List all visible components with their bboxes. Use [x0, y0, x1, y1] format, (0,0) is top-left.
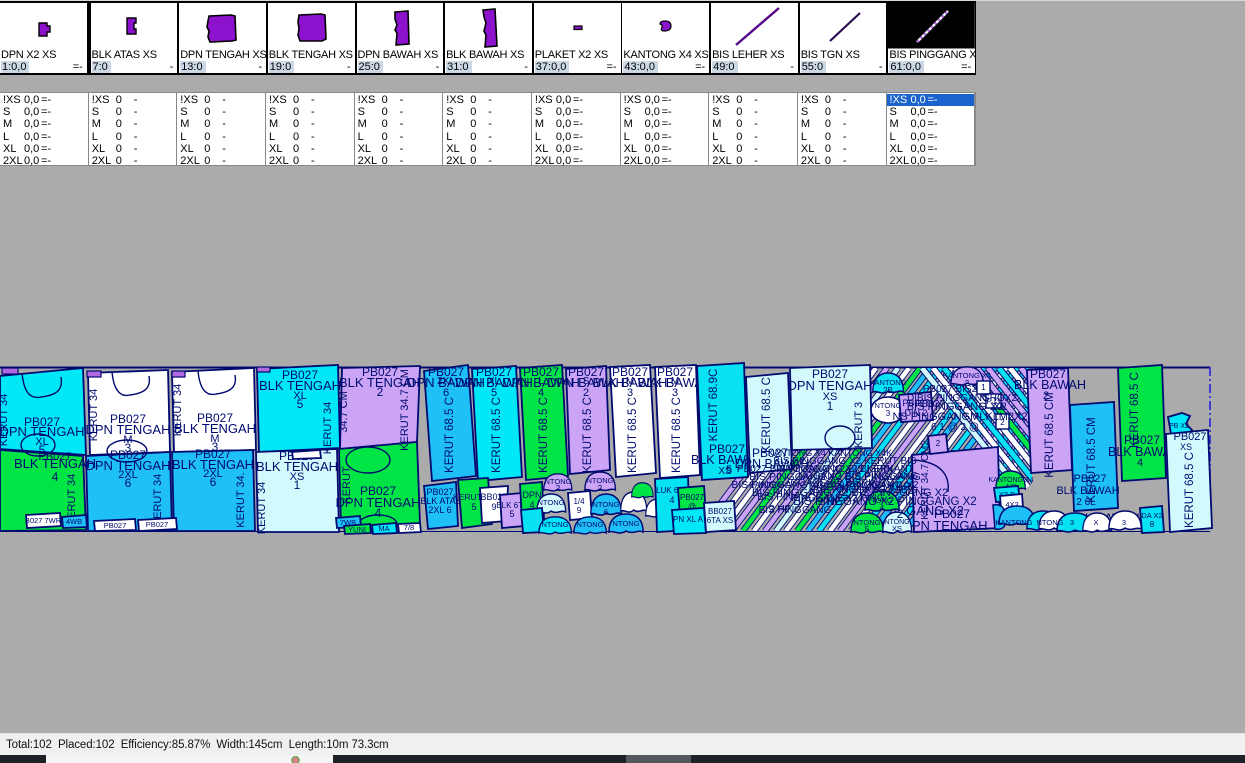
svg-text:5: 5 — [297, 397, 304, 411]
svg-text:NTONG: NTONG — [1037, 518, 1064, 527]
svg-text:L: L — [538, 376, 544, 387]
svg-text:S: S — [583, 376, 590, 387]
svg-text:4: 4 — [375, 506, 382, 520]
svg-text:2XL 6: 2XL 6 — [428, 505, 451, 515]
svg-text:1: 1 — [294, 478, 301, 492]
svg-text:PB027: PB027 — [1073, 473, 1106, 485]
svg-text:3: 3 — [886, 409, 891, 418]
svg-text:2: 2 — [556, 484, 561, 493]
svg-text:BLK BAWAH: BLK BAWAH — [1056, 485, 1119, 497]
svg-text:8: 8 — [1150, 520, 1155, 529]
svg-text:KERUT 34: KERUT 34 — [322, 402, 334, 454]
svg-text:6 1 @ 2 @: 6 1 @ 2 @ — [931, 422, 979, 433]
svg-text:2B: 2B — [883, 386, 893, 395]
svg-text:5: 5 — [726, 464, 732, 476]
svg-text:KERUT 68.5 C: KERUT 68.5 C — [491, 397, 503, 473]
svg-text:5: 5 — [865, 525, 870, 534]
svg-text:KERUT 68.5 C: KERUT 68.5 C — [582, 397, 594, 473]
svg-text:BLK BAWAH: BLK BAWAH — [1014, 378, 1086, 392]
svg-text:KERUT 68.5 C: KERUT 68.5 C — [444, 397, 456, 473]
svg-text:GANG X2: GANG X2 — [906, 503, 964, 518]
svg-text:M: M — [626, 376, 634, 387]
svg-text:2: 2 — [897, 507, 904, 521]
svg-text:3: 3 — [1070, 518, 1074, 527]
svg-text:KERUT 34: KERUT 34 — [256, 482, 268, 534]
svg-text:KANTONG: KANTONG — [749, 480, 791, 490]
svg-text:XL: XL — [488, 376, 501, 387]
svg-text:4: 4 — [1137, 457, 1143, 469]
svg-text:5: 5 — [509, 509, 514, 519]
svg-text:B027 7WR: B027 7WR — [25, 516, 62, 525]
svg-text:5: 5 — [471, 502, 476, 512]
svg-text:PB027: PB027 — [146, 520, 169, 529]
svg-text:1: 1 — [827, 399, 834, 413]
svg-text:4: 4 — [669, 495, 674, 505]
svg-text:KERUT 68.5 C: KERUT 68.5 C — [1184, 452, 1196, 528]
svg-text:KERUT 68.5 C: KERUT 68.5 C — [671, 397, 683, 473]
svg-text:1: 1 — [981, 383, 986, 392]
svg-text:DPN TENGAH: DPN TENGAH — [903, 518, 988, 533]
svg-text:BIS PIN: BIS PIN — [757, 492, 793, 503]
svg-text:KERUT 34: KERUT 34 — [172, 384, 184, 436]
svg-text:XS: XS — [892, 524, 902, 533]
svg-text:XS: XS — [1180, 442, 1192, 452]
svg-text:NTONG: NTONG — [577, 520, 604, 529]
svg-text:BB027: BB027 — [708, 507, 733, 516]
svg-text:M: M — [671, 376, 679, 387]
svg-text:KERUT 34: KERUT 34 — [88, 389, 100, 441]
svg-text:2 HF: 2 HF — [769, 504, 791, 515]
svg-text:6TA XS: 6TA XS — [707, 516, 734, 525]
svg-text:2 6L: 2 6L — [1076, 497, 1096, 508]
svg-text:KANTONG: KANTONG — [996, 518, 1033, 527]
svg-text:BLK TENGAH: BLK TENGAH — [14, 456, 96, 471]
svg-text:4WB: 4WB — [66, 517, 82, 526]
svg-text:KERUT 34: KERUT 34 — [0, 394, 10, 446]
svg-text:KERUT 68.5 CM: KERUT 68.5 CM — [1044, 392, 1056, 477]
svg-text:X: X — [1093, 518, 1098, 527]
svg-text:KERUT: KERUT — [341, 466, 353, 504]
svg-text:PB027: PB027 — [915, 399, 945, 410]
svg-text:34.7 CM: 34.7 CM — [338, 391, 350, 433]
svg-text:2XL: 2XL — [437, 376, 455, 387]
svg-text:KERUT 34.: KERUT 34. — [235, 472, 247, 527]
svg-text:PB027: PB027 — [680, 493, 705, 502]
svg-text:6: 6 — [125, 476, 132, 490]
svg-text:PINGGANGX2 PING: PINGGANGX2 PING — [791, 493, 885, 504]
svg-text:1/4: 1/4 — [573, 497, 585, 506]
svg-text:3: 3 — [1122, 518, 1126, 527]
svg-text:PB027: PB027 — [104, 521, 127, 530]
svg-text:KERUT 68.9C: KERUT 68.9C — [708, 369, 720, 442]
svg-text:6: 6 — [210, 475, 217, 489]
svg-text:NTONG: NTONG — [613, 519, 640, 528]
svg-text:4: 4 — [52, 470, 59, 484]
svg-text:PN XL A: PN XL A — [673, 515, 704, 524]
svg-text:2: 2 — [936, 439, 941, 448]
svg-text:2: 2 — [377, 385, 384, 399]
svg-text:NTONG: NTONG — [538, 498, 565, 507]
svg-text:KERUT 68.5 C: KERUT 68.5 C — [761, 377, 773, 453]
svg-text:KERUT 68.5 C: KERUT 68.5 C — [538, 397, 550, 473]
svg-text:KERUT 68.5 C: KERUT 68.5 C — [627, 397, 639, 473]
svg-text:7/8: 7/8 — [404, 523, 414, 532]
svg-text:MA: MA — [378, 524, 389, 533]
svg-text:DA X2: DA X2 — [1141, 511, 1162, 520]
svg-text:PB X2: PB X2 — [1169, 423, 1189, 430]
svg-text:6: 6 — [604, 508, 609, 517]
svg-text:2: 2 — [598, 484, 603, 493]
svg-text:NTONG: NTONG — [542, 520, 569, 529]
svg-text:YUNI: YUNI — [348, 525, 366, 534]
svg-text:9: 9 — [577, 506, 582, 515]
